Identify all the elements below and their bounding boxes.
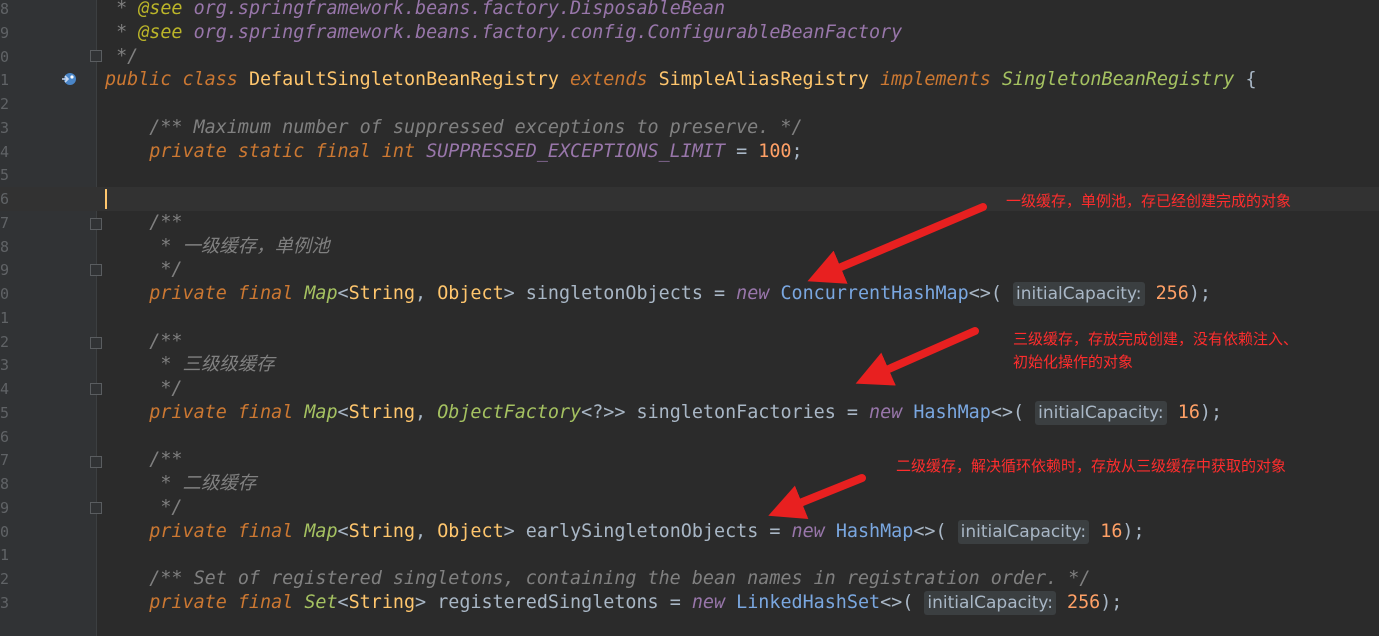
code-editor[interactable]: 8 * @see org.springframework.beans.facto… <box>0 0 1379 636</box>
arrow-level2 <box>768 474 866 520</box>
annotation-level1-cache: 一级缓存，单例池，存已经创建完成的对象 <box>1006 192 1292 210</box>
annotation-arrows <box>768 203 987 520</box>
annotation-level3-cache-line2: 初始化操作的对象 <box>1013 353 1134 371</box>
annotation-level3-cache-line1: 三级缓存，存放完成创建，没有依赖注入、 <box>1013 330 1299 348</box>
arrow-level1 <box>807 203 987 284</box>
annotation-level2-cache: 二级缓存，解决循环依赖时，存放从三级缓存中获取的对象 <box>896 457 1287 475</box>
arrow-level3 <box>855 327 979 386</box>
